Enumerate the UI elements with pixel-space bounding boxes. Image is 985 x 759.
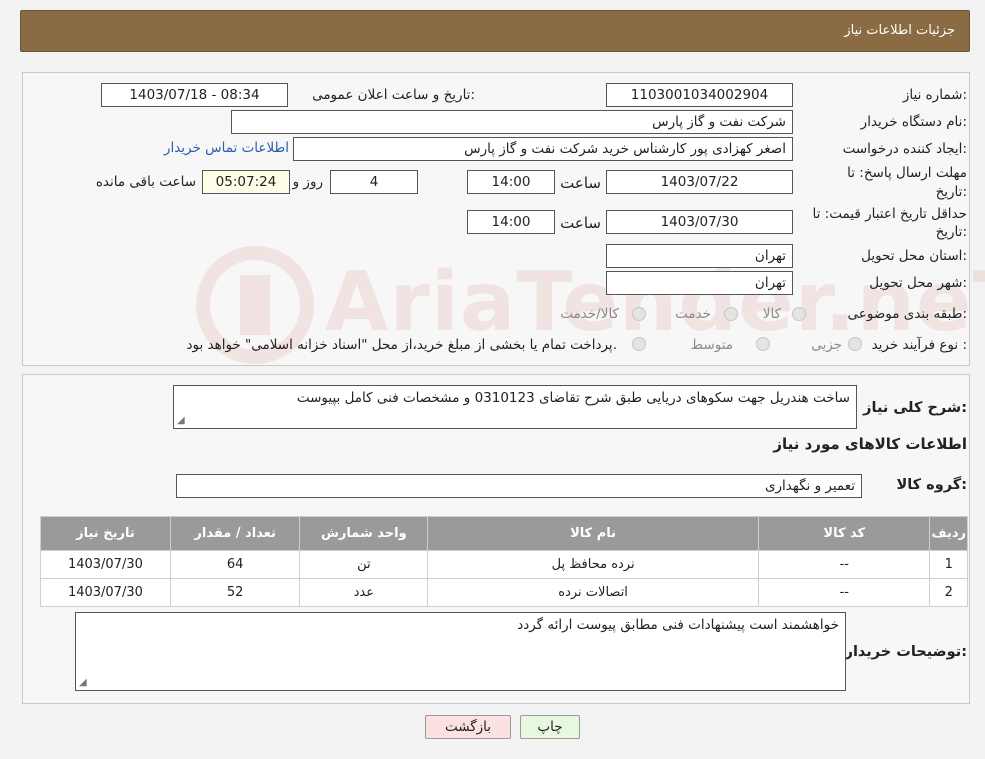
goods-table: ردیف کد کالا نام کالا واحد شمارش تعداد /… (40, 516, 968, 607)
cell-qty: 52 (169, 578, 301, 607)
buyer-org-field: شرکت نفت و گاز پارس (231, 110, 793, 134)
page-title: جزئیات اطلاعات نیاز (844, 23, 955, 38)
buyer-org-label: نام دستگاه خریدار: (860, 114, 967, 130)
summary-textarea[interactable]: ساخت هندریل جهت سکوهای دریایی طبق شرح تق… (173, 385, 857, 429)
table-row: 2 -- اتصالات نرده عدد 52 1403/07/30 (40, 578, 968, 607)
col-name-header: نام کالا (427, 516, 760, 551)
delivery-province-label: استان محل تحویل: (861, 248, 967, 264)
purchase-process-label: نوع فرآیند خرید : (871, 337, 967, 353)
radio-service[interactable] (724, 307, 738, 321)
col-date-header: تاریخ نیاز (40, 516, 171, 551)
radio-service-label: خدمت (675, 306, 711, 322)
cell-unit: عدد (299, 578, 429, 607)
back-button[interactable]: بازگشت (425, 715, 511, 739)
deadline-date-field: 1403/07/22 (606, 170, 793, 194)
radio-goods-label: کالا (762, 306, 781, 322)
summary-label: شرح کلی نیاز: (863, 400, 967, 416)
col-code-header: کد کالا (758, 516, 931, 551)
table-header-row: ردیف کد کالا نام کالا واحد شمارش تعداد /… (40, 516, 968, 551)
cell-name: اتصالات نرده (427, 578, 760, 607)
price-validity-label-date: تاریخ: (935, 224, 967, 240)
creator-field: اصغر کهزادی پور کارشناس خرید شرکت نفت و … (293, 137, 793, 161)
days-label: روز و (292, 174, 323, 190)
need-number-label: شماره نیاز: (902, 87, 967, 103)
cell-code: -- (758, 578, 931, 607)
time-remaining-label: ساعت باقی مانده (95, 174, 196, 190)
table-row: 1 -- نرده محافظ پل تن 64 1403/07/30 (40, 550, 968, 579)
radio-treasury[interactable] (632, 337, 646, 351)
buyer-contact-link[interactable]: اطلاعات تماس خریدار (164, 140, 289, 156)
resize-grip-icon[interactable]: ◢ (177, 415, 185, 426)
cell-qty: 64 (169, 550, 301, 579)
goods-section-title: اطلاعات کالاهای مورد نیاز (773, 435, 967, 453)
price-validity-date-field: 1403/07/30 (606, 210, 793, 234)
treasury-note: پرداخت تمام یا بخشی از مبلغ خرید،از محل … (186, 337, 617, 353)
radio-medium[interactable] (756, 337, 770, 351)
category-label: طبقه بندی موضوعی: (847, 306, 967, 322)
cell-unit: تن (299, 550, 429, 579)
radio-minor-label: جزیی (811, 337, 842, 353)
deadline-time-field: 14:00 (467, 170, 555, 194)
days-remaining-field: 4 (330, 170, 418, 194)
buyer-notes-label: توضیحات خریدار: (844, 644, 967, 660)
announce-datetime-label: تاریخ و ساعت اعلان عمومی: (312, 87, 475, 103)
announce-datetime-field: 1403/07/18 - 08:34 (101, 83, 288, 107)
delivery-city-field: تهران (606, 271, 793, 295)
cell-name: نرده محافظ پل (427, 550, 760, 579)
price-validity-time-field: 14:00 (467, 210, 555, 234)
cell-code: -- (758, 550, 931, 579)
print-button[interactable]: چاپ (520, 715, 580, 739)
cell-date: 1403/07/30 (40, 578, 171, 607)
price-validity-time-label: ساعت (560, 214, 601, 232)
radio-medium-label: متوسط (690, 337, 733, 353)
buyer-notes-text: خواهشمند است پیشنهادات فنی مطابق پیوست ا… (517, 617, 839, 633)
cell-row: 1 (929, 550, 968, 579)
buyer-notes-textarea[interactable]: خواهشمند است پیشنهادات فنی مطابق پیوست ا… (75, 612, 846, 691)
cell-row: 2 (929, 578, 968, 607)
creator-label: ایجاد کننده درخواست: (842, 141, 967, 157)
delivery-city-label: شهر محل تحویل: (869, 275, 967, 291)
price-validity-label: حداقل تاریخ اعتبار قیمت: تا (812, 206, 967, 222)
radio-goods-service[interactable] (632, 307, 646, 321)
col-row-header: ردیف (929, 516, 968, 551)
col-unit-header: واحد شمارش (299, 516, 429, 551)
cell-date: 1403/07/30 (40, 550, 171, 579)
delivery-province-field: تهران (606, 244, 793, 268)
deadline-label: مهلت ارسال پاسخ: تا (847, 165, 967, 181)
goods-group-label: گروه کالا: (896, 477, 967, 493)
watermark-text: AriaTender.neT (325, 255, 985, 350)
deadline-label-date: تاریخ: (935, 184, 967, 200)
col-qty-header: تعداد / مقدار (169, 516, 301, 551)
goods-group-field: تعمیر و نگهداری (176, 474, 862, 498)
radio-goods[interactable] (792, 307, 806, 321)
radio-minor[interactable] (848, 337, 862, 351)
summary-text: ساخت هندریل جهت سکوهای دریایی طبق شرح تق… (296, 390, 850, 406)
time-remaining-field: 05:07:24 (202, 170, 290, 194)
radio-goods-service-label: کالا/خدمت (560, 306, 619, 322)
page-header: جزئیات اطلاعات نیاز (20, 10, 970, 52)
deadline-time-label: ساعت (560, 174, 601, 192)
resize-grip-icon[interactable]: ◢ (79, 677, 87, 688)
need-number-field: 1103001034002904 (606, 83, 793, 107)
